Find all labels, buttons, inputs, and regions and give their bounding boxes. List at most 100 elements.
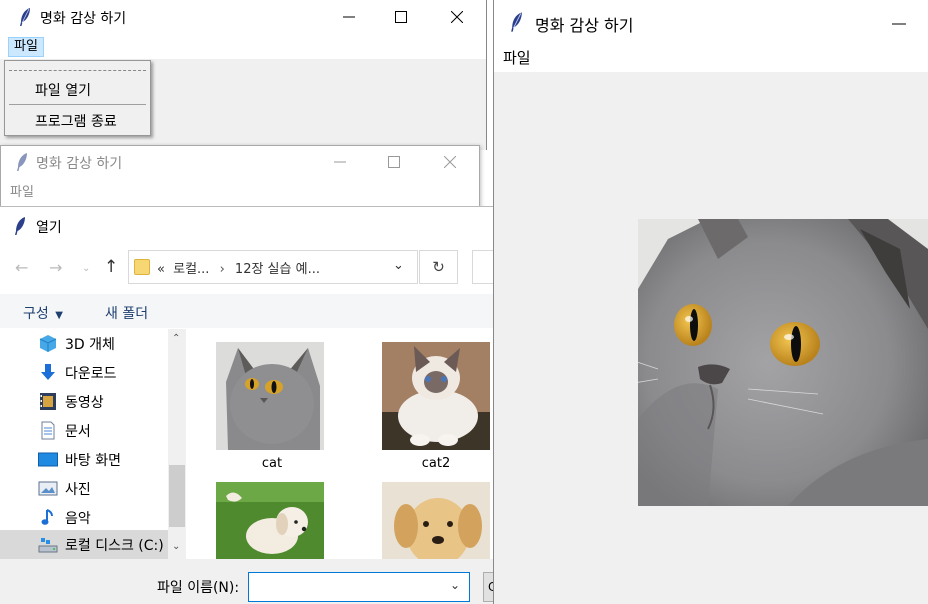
folder-icon	[134, 259, 150, 275]
nav-item-desktop[interactable]: 바탕 화면	[0, 445, 168, 474]
window-title: 명화 감상 하기	[535, 16, 634, 35]
menu-bar: 파일	[494, 44, 928, 72]
feather-icon	[511, 12, 522, 32]
address-bar[interactable]: « 로컬... › 12장 실습 예... ⌄	[128, 250, 418, 284]
command-bar: 구성 ▼ 새 폴더	[0, 294, 493, 328]
local-disk-icon	[38, 538, 58, 553]
menu-file[interactable]: 파일	[8, 37, 44, 57]
scroll-down-icon[interactable]: ⌄	[172, 541, 180, 552]
forward-arrow-icon[interactable]: →	[49, 258, 62, 277]
nav-item-label: 동영상	[65, 395, 104, 411]
minimize-icon	[334, 161, 346, 163]
nav-item-label: 로컬 디스크 (C:)	[65, 538, 164, 554]
file-dropdown-menu: 파일 열기 프로그램 종료	[4, 60, 151, 136]
feather-icon	[17, 153, 27, 171]
music-note-icon	[41, 509, 53, 525]
cat-photo	[638, 219, 928, 506]
image-viewer-window: 명화 감상 하기 파일	[493, 0, 928, 604]
nav-item-label: 사진	[65, 482, 91, 498]
puppy-thumbnail-image	[216, 482, 324, 559]
nav-item-videos[interactable]: 동영상	[0, 387, 168, 416]
file-thumbnail-puppy[interactable]	[216, 482, 324, 559]
organize-button[interactable]: 구성 ▼	[23, 303, 63, 323]
menu-item-open-file[interactable]: 파일 열기	[35, 80, 91, 100]
close-button[interactable]	[427, 146, 473, 178]
nav-item-3d-objects[interactable]: 3D 개체	[0, 329, 168, 358]
address-overflow[interactable]: «	[157, 262, 165, 277]
filename-input[interactable]	[248, 572, 470, 602]
recent-chevron-icon[interactable]: ⌄	[82, 263, 90, 274]
file-thumbnail-cat2[interactable]	[382, 342, 490, 450]
window-title: 명화 감상 하기	[36, 156, 123, 172]
displayed-cat-image	[638, 219, 928, 506]
download-arrow-icon	[41, 364, 55, 380]
minimize-button[interactable]	[876, 0, 922, 44]
minimize-icon	[892, 23, 906, 25]
address-segment-2[interactable]: 12장 실습 예...	[235, 262, 320, 277]
title-bar[interactable]: 명화 감상 하기	[0, 0, 486, 34]
refresh-button[interactable]: ↻	[419, 250, 458, 284]
close-button[interactable]	[434, 0, 480, 34]
tearoff-line[interactable]	[9, 70, 146, 71]
menu-file[interactable]: 파일	[498, 48, 536, 68]
close-icon	[444, 156, 456, 168]
filename-dropdown-chevron-icon[interactable]: ⌄	[450, 578, 460, 592]
new-folder-button[interactable]: 새 폴더	[105, 303, 148, 323]
nav-item-label: 바탕 화면	[65, 453, 121, 469]
minimize-button[interactable]	[317, 146, 363, 178]
filename-label: 파일 이름(N):	[157, 580, 240, 596]
minimize-icon	[343, 16, 355, 18]
scrollbar-thumb[interactable]	[169, 465, 185, 527]
address-dropdown-chevron-icon[interactable]: ⌄	[393, 258, 404, 273]
cat-thumbnail-image	[216, 342, 324, 450]
file-name-label[interactable]: cat2	[376, 456, 496, 471]
organize-label: 구성	[23, 306, 49, 322]
menu-bar: 파일	[0, 34, 486, 59]
scroll-up-icon[interactable]: ⌃	[172, 333, 180, 344]
film-icon	[40, 393, 56, 410]
maximize-button[interactable]	[371, 146, 417, 178]
background-window: 명화 감상 하기 파일	[0, 145, 480, 215]
minimize-button[interactable]	[326, 0, 372, 34]
file-thumbnail-cat[interactable]	[216, 342, 324, 450]
nav-item-label: 다운로드	[65, 366, 117, 382]
up-arrow-icon[interactable]: ↑	[104, 257, 118, 277]
maximize-icon	[395, 11, 407, 23]
maximize-icon	[388, 156, 400, 168]
menu-item-exit[interactable]: 프로그램 종료	[35, 111, 117, 131]
file-thumbnail-golden-puppy[interactable]	[382, 482, 490, 559]
golden-puppy-thumbnail-image	[382, 482, 490, 559]
dropdown-caret-icon: ▼	[55, 310, 63, 321]
back-arrow-icon[interactable]: ←	[15, 258, 28, 277]
nav-item-label: 문서	[65, 424, 91, 440]
nav-item-downloads[interactable]: 다운로드	[0, 358, 168, 387]
dialog-title: 열기	[36, 220, 62, 236]
title-bar[interactable]: 명화 감상 하기	[494, 0, 928, 44]
close-icon	[451, 11, 463, 23]
feather-icon	[20, 8, 30, 26]
address-separator[interactable]: ›	[220, 262, 225, 277]
menu-separator	[9, 104, 146, 105]
nav-item-pictures[interactable]: 사진	[0, 474, 168, 503]
refresh-icon: ↻	[432, 258, 445, 276]
nav-item-local-disk[interactable]: 로컬 디스크 (C:)	[0, 530, 186, 559]
feather-icon	[15, 217, 25, 235]
document-icon	[41, 421, 55, 440]
nav-scrollbar[interactable]: ⌃ ⌄	[168, 329, 186, 559]
nav-item-label: 3D 개체	[65, 337, 115, 353]
cat2-thumbnail-image	[382, 342, 490, 450]
navigation-pane: 3D 개체 다운로드 동영상 문서 바탕 화면 사진 음악 로컬 디스크 (C:…	[0, 329, 186, 559]
desktop-icon	[38, 452, 58, 467]
menu-bar: 파일	[1, 178, 479, 206]
nav-item-documents[interactable]: 문서	[0, 416, 168, 445]
nav-item-label: 음악	[65, 511, 91, 527]
menu-file[interactable]: 파일	[5, 183, 39, 203]
file-name-label[interactable]: cat	[212, 456, 332, 471]
title-bar[interactable]: 명화 감상 하기	[1, 146, 479, 178]
nav-item-music[interactable]: 음악	[0, 503, 168, 532]
maximize-button[interactable]	[378, 0, 424, 34]
cube-3d-icon	[39, 335, 57, 352]
window-title: 명화 감상 하기	[40, 11, 127, 27]
picture-icon	[38, 481, 58, 496]
address-segment-1[interactable]: 로컬...	[173, 262, 209, 277]
